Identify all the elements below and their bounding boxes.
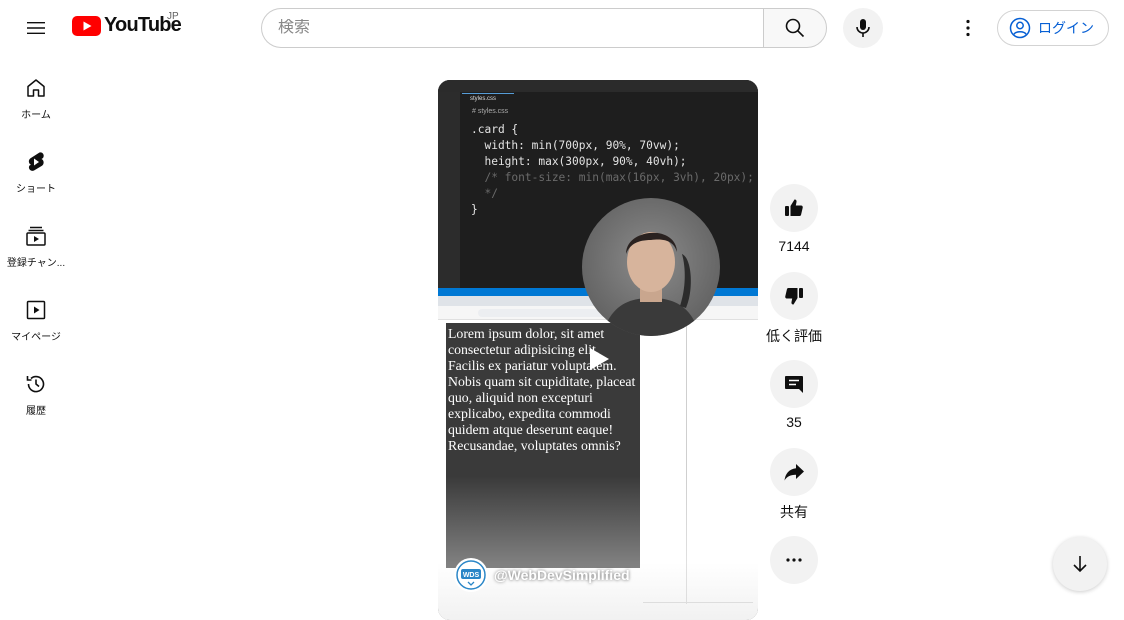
comment-action: 35 <box>770 360 818 430</box>
youtube-logo[interactable]: YouTube <box>72 14 182 37</box>
shorts-icon <box>28 152 44 171</box>
short-video-player[interactable]: styles.css # styles.css .card { width: m… <box>438 80 758 620</box>
thumbs-down-icon <box>785 288 803 305</box>
sidebar-item-subscriptions[interactable]: 登録チャン... <box>4 204 68 278</box>
voice-search-button[interactable] <box>843 8 883 48</box>
next-short-button[interactable] <box>1053 537 1107 591</box>
share-label: 共有 <box>780 504 808 520</box>
settings-more-button[interactable] <box>948 8 988 48</box>
microphone-icon <box>856 19 870 37</box>
login-label: ログイン <box>1038 20 1094 36</box>
more-actions-button[interactable] <box>770 536 818 584</box>
editor-activity-bar <box>438 92 460 288</box>
sidebar-item-history[interactable]: 履歴 <box>4 352 68 426</box>
more-action <box>770 536 818 584</box>
sidebar-item-label: マイページ <box>11 332 61 343</box>
hamburger-menu-icon <box>27 22 45 34</box>
sidebar-item-home[interactable]: ホーム <box>4 56 68 130</box>
dislike-button[interactable] <box>770 272 818 320</box>
more-vertical-icon <box>966 19 970 37</box>
sidebar-item-label: 登録チャン... <box>6 258 66 269</box>
youtube-play-logo-icon <box>72 15 101 36</box>
channel-handle[interactable]: @WebDevSimplified <box>494 567 630 583</box>
code-line: */ <box>471 187 498 200</box>
library-icon <box>26 300 46 320</box>
share-icon <box>784 464 804 481</box>
comment-count: 35 <box>786 414 802 430</box>
sidebar-item-label: 履歴 <box>26 406 46 417</box>
comments-button[interactable] <box>770 360 818 408</box>
history-icon <box>26 375 45 393</box>
editor-titlebar <box>438 80 758 92</box>
like-button[interactable] <box>770 184 818 232</box>
code-line: /* font-size: min(max(16px, 3vh), 20px); <box>471 171 754 184</box>
search-input[interactable] <box>278 19 764 37</box>
wds-logo-icon: WDS <box>456 560 486 590</box>
channel-avatar[interactable]: WDS <box>454 558 488 592</box>
bottom-gradient-overlay <box>438 476 758 620</box>
search-button[interactable] <box>763 8 827 48</box>
dislike-action: 低く評価 <box>766 272 822 346</box>
presenter-webcam-bubble <box>582 198 720 336</box>
channel-avatar-logo-text: WDS <box>463 572 480 579</box>
thumbs-up-icon <box>785 199 803 216</box>
like-count: 7144 <box>778 238 810 254</box>
channel-info[interactable]: WDS @WebDevSimplified <box>454 558 630 592</box>
code-line: .card { <box>471 123 519 136</box>
guide-menu-button[interactable] <box>16 8 56 48</box>
masthead: YouTube JP ログイン <box>0 0 1124 56</box>
share-action: 共有 <box>770 448 818 522</box>
presenter-silhouette <box>602 232 700 336</box>
code-line: width: min(700px, 90%, 70vw); <box>471 139 680 152</box>
editor-breadcrumb: # styles.css <box>472 108 509 115</box>
sidebar-item-shorts[interactable]: ショート <box>4 130 68 204</box>
region-code: JP <box>167 11 179 22</box>
sidebar-item-label: ホーム <box>21 110 51 121</box>
code-line: height: max(300px, 90%, 40vh); <box>471 155 687 168</box>
home-icon <box>27 79 45 97</box>
dislike-label: 低く評価 <box>766 328 822 344</box>
sidebar-item-label: ショート <box>16 184 56 195</box>
search-box <box>261 8 764 48</box>
account-circle-icon <box>1009 17 1031 39</box>
arrow-down-icon <box>1073 556 1087 573</box>
search-icon <box>785 18 805 38</box>
sidebar-item-library[interactable]: マイページ <box>4 278 68 352</box>
subscriptions-icon <box>26 226 46 246</box>
like-action: 7144 <box>770 184 818 254</box>
share-button[interactable] <box>770 448 818 496</box>
play-icon[interactable] <box>588 347 610 371</box>
mini-guide: ホーム ショート 登録チャン... マイページ 履歴 <box>4 56 68 426</box>
code-block: .card { width: min(700px, 90%, 70vw); he… <box>471 122 754 218</box>
comment-icon <box>785 376 803 393</box>
editor-tab: styles.css <box>462 93 514 105</box>
more-horizontal-icon <box>786 558 802 562</box>
login-button[interactable]: ログイン <box>997 10 1109 46</box>
